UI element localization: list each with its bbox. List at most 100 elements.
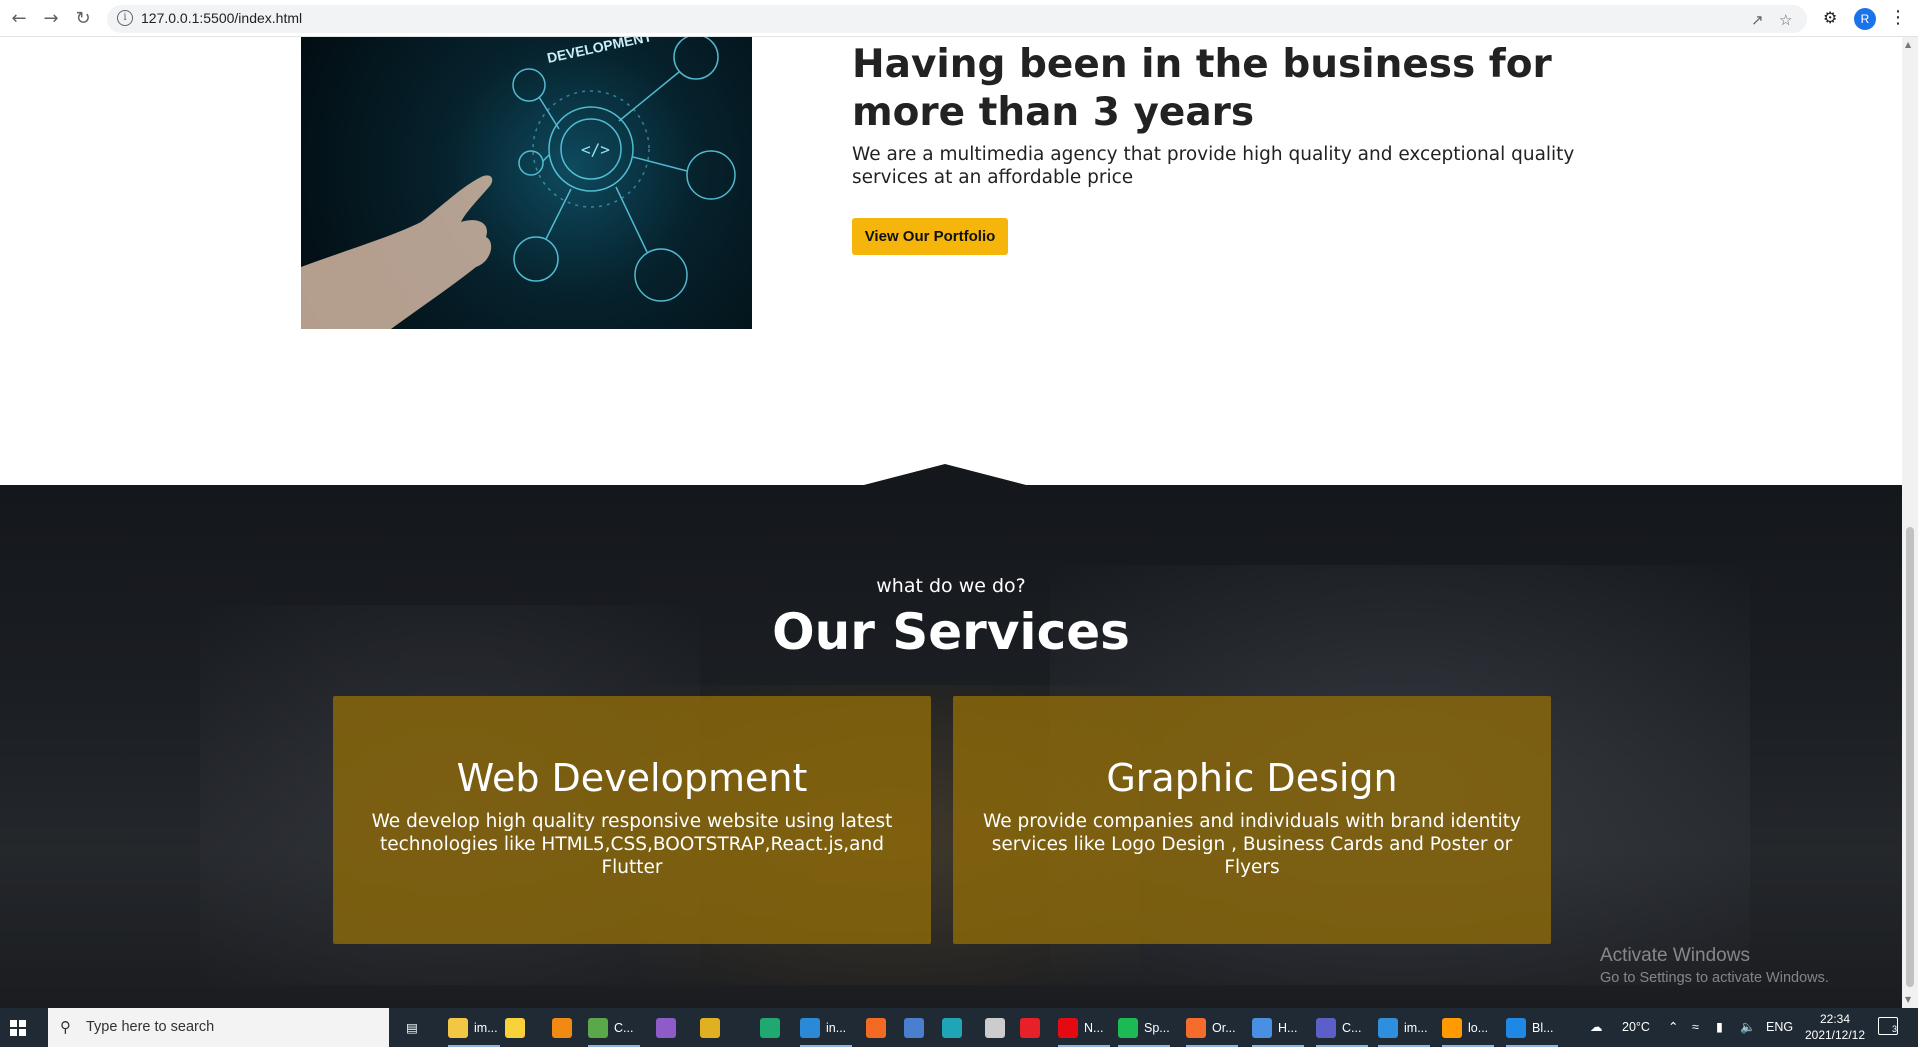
taskbar-app[interactable]: im... — [448, 1008, 500, 1047]
scroll-down-icon[interactable]: ▼ — [1905, 995, 1911, 1004]
taskbar-app[interactable]: N... — [1058, 1008, 1110, 1047]
windows-start-icon[interactable] — [10, 1020, 26, 1036]
site-info-icon[interactable]: i — [117, 10, 133, 26]
taskbar-clock[interactable]: 22:34 2021/12/12 — [1800, 1011, 1870, 1043]
taskbar-app-label: C... — [1342, 1020, 1362, 1035]
taskbar-app[interactable]: C... — [588, 1008, 640, 1047]
taskbar-app[interactable]: in... — [800, 1008, 852, 1047]
gitkraken-icon — [760, 1017, 780, 1038]
taskbar-app[interactable] — [656, 1008, 676, 1047]
network-illustration: </> — [301, 37, 736, 329]
taskbar-app-label: in... — [826, 1020, 847, 1035]
taskbar-app-label: Bl... — [1532, 1020, 1554, 1035]
taskbar-app-label: Or... — [1212, 1020, 1236, 1035]
taskbar-app[interactable]: Sp... — [1118, 1008, 1170, 1047]
services-section: what do we do? Our Services Web Developm… — [0, 485, 1902, 1008]
browser-menu-icon[interactable]: ⋮ — [1889, 7, 1907, 28]
address-bar[interactable]: i 127.0.0.1:5500/index.html ↗ ☆ — [107, 5, 1807, 33]
taskbar-app[interactable] — [904, 1008, 924, 1047]
notifications-icon[interactable]: 3 — [1878, 1017, 1898, 1035]
search-placeholder: Type here to search — [86, 1019, 215, 1035]
about-text: We are a multimedia agency that provide … — [852, 144, 1575, 188]
extensions-icon[interactable]: ⚙ — [1823, 8, 1837, 27]
taskbar-app[interactable]: Bl... — [1506, 1008, 1558, 1047]
bookmark-star-icon[interactable]: ☆ — [1779, 11, 1792, 29]
watermark-line: Go to Settings to activate Windows. — [1600, 970, 1829, 986]
services-title: Our Services — [772, 603, 1130, 661]
service-card-web-development: Web Development We develop high quality … — [333, 696, 931, 944]
taskbar-app-label: H... — [1278, 1020, 1298, 1035]
reload-icon[interactable]: ↻ — [72, 8, 94, 30]
teams-icon — [1316, 1017, 1336, 1038]
search-icon: ⚲ — [60, 1018, 71, 1036]
taskbar-app-label: im... — [1404, 1020, 1428, 1035]
taskbar-app[interactable] — [700, 1008, 720, 1047]
section-notch — [860, 464, 1030, 486]
taskbar-app[interactable]: lo... — [1442, 1008, 1494, 1047]
service-card-graphic-design: Graphic Design We provide companies and … — [953, 696, 1551, 944]
language-indicator[interactable]: ENG — [1766, 1008, 1793, 1047]
music-icon — [904, 1017, 924, 1038]
about-title: Having been in the business for more tha… — [852, 42, 1552, 135]
service-card-title: Web Development — [456, 756, 808, 800]
service-card-text: We develop high quality responsive websi… — [371, 811, 893, 878]
taskbar-app-label: im... — [474, 1020, 498, 1035]
taskbar-app[interactable] — [1020, 1008, 1040, 1047]
forward-icon[interactable]: → — [40, 8, 62, 30]
xampp-icon — [866, 1017, 886, 1038]
task-view-icon[interactable]: ▤ — [406, 1008, 418, 1047]
view-portfolio-button[interactable]: View Our Portfolio — [852, 218, 1008, 255]
taskbar-app[interactable] — [942, 1008, 962, 1047]
svg-text:</>: </> — [581, 140, 610, 159]
taskbar-app[interactable] — [985, 1008, 1005, 1047]
page-viewport: </> DEVELOPMENT Having been in the busin… — [0, 37, 1902, 1008]
spotify-icon — [1118, 1017, 1138, 1038]
taskbar-app[interactable]: C... — [1316, 1008, 1368, 1047]
scrollbar-thumb[interactable] — [1906, 527, 1914, 987]
notepad-icon — [588, 1017, 608, 1038]
volume-muted-icon[interactable]: 🔈 — [1740, 1008, 1756, 1047]
three-icon — [942, 1017, 962, 1038]
taskbar-app[interactable] — [866, 1008, 886, 1047]
service-card-text: We provide companies and individuals wit… — [983, 811, 1521, 878]
activate-windows-watermark: Activate Windows Go to Settings to activ… — [1600, 945, 1829, 986]
services-kicker: what do we do? — [876, 575, 1026, 597]
taskbar-app[interactable]: Or... — [1186, 1008, 1238, 1047]
vscode-icon — [800, 1017, 820, 1038]
clock-time: 22:34 — [1819, 1012, 1851, 1026]
url-text[interactable]: 127.0.0.1:5500/index.html — [141, 10, 302, 26]
chrome-icon — [700, 1017, 720, 1038]
taskbar-app[interactable] — [760, 1008, 780, 1047]
page-scrollbar[interactable]: ▲ ▼ — [1902, 37, 1918, 1008]
profile-avatar[interactable]: R — [1854, 8, 1876, 30]
scroll-up-icon[interactable]: ▲ — [1905, 40, 1911, 49]
chrome-profile-icon — [1252, 1017, 1272, 1038]
show-hidden-icons[interactable]: ⌃ — [1668, 1008, 1678, 1047]
share-icon[interactable]: ↗ — [1751, 11, 1764, 29]
taskbar-app[interactable] — [552, 1008, 572, 1047]
taskbar-search[interactable]: ⚲ Type here to search — [48, 1008, 389, 1047]
taskbar-app[interactable]: im... — [1378, 1008, 1430, 1047]
bluetooth-icon — [1506, 1017, 1526, 1038]
weather-temp[interactable]: 20°C — [1622, 1008, 1650, 1047]
visual-studio-icon — [656, 1017, 676, 1038]
clock-date: 2021/12/12 — [1804, 1028, 1866, 1042]
taskbar-app-label: Sp... — [1144, 1020, 1170, 1035]
origin-icon — [1186, 1017, 1206, 1038]
network-icon[interactable]: ≈ — [1692, 1008, 1699, 1047]
development-hero-image: </> DEVELOPMENT — [301, 37, 752, 329]
watermark-line: Activate Windows — [1600, 945, 1750, 966]
back-icon[interactable]: ← — [8, 8, 30, 30]
vlc-icon — [552, 1017, 572, 1038]
taskbar-app[interactable]: H... — [1252, 1008, 1304, 1047]
player-icon — [505, 1017, 525, 1038]
taskbar-app-label: lo... — [1468, 1020, 1489, 1035]
notification-count: 3 — [1891, 1024, 1897, 1034]
weather-icon[interactable]: ☁ — [1590, 1008, 1603, 1047]
battery-icon[interactable]: ▮ — [1716, 1008, 1723, 1047]
file-explorer-icon — [448, 1017, 468, 1038]
taskbar-app-label: N... — [1084, 1020, 1104, 1035]
opera-icon — [1020, 1017, 1040, 1038]
taskbar-app[interactable] — [505, 1008, 525, 1047]
browser-toolbar: ← → ↻ i 127.0.0.1:5500/index.html ↗ ☆ ⚙ … — [0, 0, 1918, 37]
